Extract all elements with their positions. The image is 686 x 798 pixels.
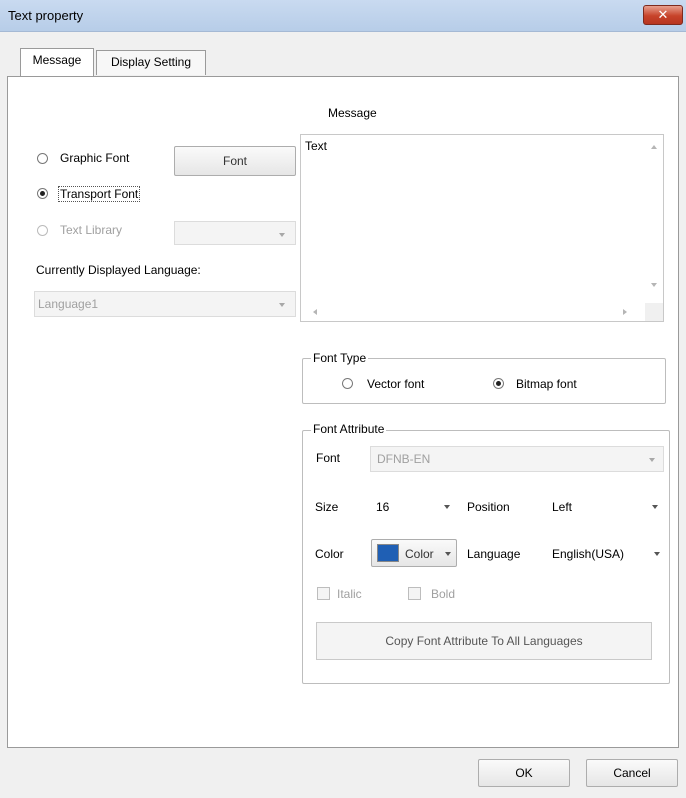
font-attribute-title: Font Attribute xyxy=(311,422,387,436)
font-button[interactable]: Font xyxy=(174,146,296,176)
graphic-font-label: Graphic Font xyxy=(60,151,130,165)
position-label: Position xyxy=(467,500,510,514)
language-value: Language1 xyxy=(38,297,99,311)
horizontal-scrollbar[interactable] xyxy=(301,303,645,321)
scroll-down-icon[interactable] xyxy=(651,283,657,287)
language-attr-select[interactable]: English(USA) xyxy=(548,541,666,567)
message-textarea[interactable]: Text xyxy=(300,134,664,322)
position-select[interactable]: Left xyxy=(548,495,664,519)
color-swatch xyxy=(377,544,399,562)
chevron-down-icon xyxy=(445,552,451,556)
scroll-corner xyxy=(645,303,663,321)
bold-label: Bold xyxy=(431,587,456,601)
chevron-down-icon xyxy=(279,233,285,237)
font-type-title: Font Type xyxy=(311,351,369,365)
transport-font-label: Transport Font xyxy=(58,186,141,202)
chevron-down-icon xyxy=(279,303,285,307)
language-attr-value: English(USA) xyxy=(552,547,625,561)
scroll-up-icon[interactable] xyxy=(651,145,657,149)
language-attr-label: Language xyxy=(467,547,521,561)
window-title: Text property xyxy=(8,8,84,23)
color-button-label: Color xyxy=(405,547,434,561)
color-label: Color xyxy=(315,547,344,561)
scroll-right-icon[interactable] xyxy=(623,309,627,315)
close-button[interactable]: ✕ xyxy=(643,5,683,25)
cancel-button[interactable]: Cancel xyxy=(586,759,678,787)
scroll-left-icon[interactable] xyxy=(313,309,317,315)
font-value: DFNB-EN xyxy=(377,452,431,466)
chevron-down-icon xyxy=(649,458,655,462)
chevron-down-icon xyxy=(652,505,658,509)
color-picker-button[interactable]: Color xyxy=(371,539,457,567)
size-value: 16 xyxy=(376,500,390,514)
text-library-radio[interactable] xyxy=(37,225,48,236)
title-bar: Text property ✕ xyxy=(0,0,686,32)
language-label: Currently Displayed Language: xyxy=(36,263,201,277)
transport-font-radio[interactable] xyxy=(37,188,48,199)
chevron-down-icon xyxy=(654,552,660,556)
ok-button[interactable]: OK xyxy=(478,759,570,787)
italic-checkbox[interactable] xyxy=(317,587,330,600)
bitmap-font-radio[interactable] xyxy=(493,378,504,389)
graphic-font-radio[interactable] xyxy=(37,153,48,164)
size-select[interactable]: 16 xyxy=(372,495,456,519)
position-value: Left xyxy=(552,500,573,514)
vertical-scrollbar[interactable] xyxy=(645,135,663,303)
language-select[interactable]: Language1 xyxy=(34,291,296,317)
font-label: Font xyxy=(316,451,341,465)
bitmap-font-label: Bitmap font xyxy=(516,377,577,391)
chevron-down-icon xyxy=(444,505,450,509)
message-heading: Message xyxy=(328,106,377,120)
vector-font-label: Vector font xyxy=(367,377,425,391)
close-icon: ✕ xyxy=(657,7,669,22)
font-select[interactable]: DFNB-EN xyxy=(370,446,664,472)
text-library-select[interactable] xyxy=(174,221,296,245)
tab-message[interactable]: Message xyxy=(20,48,94,76)
vector-font-radio[interactable] xyxy=(342,378,353,389)
bold-checkbox[interactable] xyxy=(408,587,421,600)
text-library-label: Text Library xyxy=(60,223,123,237)
message-text: Text xyxy=(305,139,328,153)
italic-label: Italic xyxy=(337,587,362,601)
size-label: Size xyxy=(315,500,339,514)
tab-display-setting[interactable]: Display Setting xyxy=(96,50,206,75)
copy-font-attribute-button[interactable]: Copy Font Attribute To All Languages xyxy=(316,622,652,660)
